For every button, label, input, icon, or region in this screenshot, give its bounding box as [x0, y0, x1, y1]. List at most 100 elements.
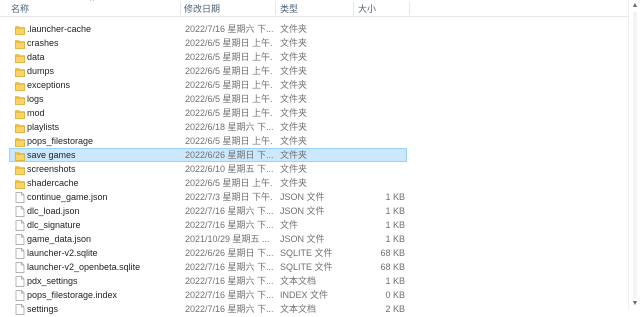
- file-row[interactable]: save games 2022/6/26 星期日 下... 文件夹: [9, 148, 407, 162]
- folder-icon: [15, 164, 25, 175]
- file-date-modified: 2022/7/16 星期六 下...: [185, 276, 273, 286]
- file-size: 1 KB: [385, 276, 405, 286]
- file-name: launcher-v2_openbeta.sqlite: [27, 262, 141, 272]
- scroll-track[interactable]: [633, 12, 637, 298]
- file-name: launcher-v2.sqlite: [27, 248, 98, 258]
- file-row[interactable]: mod 2022/6/5 星期日 上午... 文件夹: [9, 106, 407, 120]
- column-divider[interactable]: [409, 2, 410, 15]
- file-type: SQLITE 文件: [280, 248, 333, 258]
- file-row[interactable]: crashes 2022/6/5 星期日 上午... 文件夹: [9, 36, 407, 50]
- column-header-name[interactable]: 名称: [11, 3, 29, 15]
- file-type: 文件夹: [280, 94, 308, 104]
- file-date-modified: 2021/10/29 星期五 ...: [185, 234, 270, 244]
- file-row[interactable]: logs 2022/6/5 星期日 上午... 文件夹: [9, 92, 407, 106]
- file-size: [355, 149, 405, 161]
- folder-icon: [15, 122, 25, 133]
- file-type: 文本文档: [280, 304, 317, 314]
- file-date-modified: 2022/6/26 星期日 下...: [185, 248, 273, 258]
- file-type: 文件夹: [280, 24, 308, 34]
- column-divider[interactable]: [353, 2, 354, 15]
- file-type: 文件: [280, 220, 299, 230]
- file-icon: [15, 234, 25, 245]
- column-header-date-modified[interactable]: 修改日期: [184, 3, 220, 15]
- file-name: game_data.json: [27, 234, 92, 244]
- file-type: 文本文档: [280, 276, 317, 286]
- file-type: 文件夹: [280, 178, 308, 188]
- file-size: 68 KB: [380, 248, 405, 258]
- file-name: pops_filestorage.index: [27, 290, 118, 300]
- file-type: 文件夹: [280, 38, 308, 48]
- file-icon: [15, 262, 25, 273]
- file-row[interactable]: pops_filestorage 2022/6/5 星期日 上午... 文件夹: [9, 134, 407, 148]
- file-date-modified: 2022/7/16 星期六 下...: [185, 290, 273, 300]
- file-size: [355, 65, 405, 77]
- file-name: screenshots: [27, 164, 76, 174]
- file-type: INDEX 文件: [280, 290, 329, 300]
- file-date-modified: 2022/6/5 星期日 上午...: [185, 178, 273, 188]
- file-row[interactable]: shadercache 2022/6/5 星期日 上午... 文件夹: [9, 176, 407, 190]
- file-date-modified: 2022/6/5 星期日 上午...: [185, 52, 273, 62]
- file-date-modified: 2022/7/16 星期六 下...: [185, 206, 273, 216]
- scroll-down-arrow-icon[interactable]: ▼: [631, 300, 639, 308]
- file-row[interactable]: launcher-v2_openbeta.sqlite 2022/7/16 星期六…: [9, 260, 407, 274]
- column-divider[interactable]: [180, 2, 181, 15]
- file-size: 1 KB: [385, 234, 405, 244]
- file-date-modified: 2022/7/16 星期六 下...: [185, 262, 273, 272]
- scroll-up-arrow-icon[interactable]: ▲: [631, 2, 639, 10]
- file-date-modified: 2022/7/16 星期六 下...: [185, 304, 273, 314]
- folder-icon: [15, 108, 25, 119]
- file-type: 文件夹: [280, 80, 308, 90]
- file-row[interactable]: pdx_settings 2022/7/16 星期六 下... 文本文档 1 KB: [9, 274, 407, 288]
- file-row[interactable]: .launcher-cache 2022/7/16 星期六 下... 文件夹: [9, 22, 407, 36]
- file-size: [355, 93, 405, 105]
- file-row[interactable]: pops_filestorage.index 2022/7/16 星期六 下...…: [9, 288, 407, 302]
- file-size: 68 KB: [380, 262, 405, 272]
- file-size: 1 KB: [385, 206, 405, 216]
- file-name: dumps: [27, 66, 55, 76]
- file-name: mod: [27, 108, 45, 118]
- file-row[interactable]: game_data.json 2021/10/29 星期五 ... JSON 文件 1…: [9, 232, 407, 246]
- file-size: 2 KB: [385, 304, 405, 314]
- file-row[interactable]: launcher-v2.sqlite 2022/6/26 星期日 下... SQLI…: [9, 246, 407, 260]
- file-date-modified: 2022/6/5 星期日 上午...: [185, 94, 273, 104]
- vertical-scrollbar[interactable]: ▲ ▼: [628, 0, 640, 310]
- file-date-modified: 2022/6/5 星期日 上午...: [185, 108, 273, 118]
- file-name: save games: [27, 150, 76, 160]
- file-type: JSON 文件: [280, 206, 325, 216]
- file-row[interactable]: continue_game.json 2022/7/3 星期日 下午... JSON…: [9, 190, 407, 204]
- file-date-modified: 2022/7/16 星期六 下...: [185, 220, 273, 230]
- file-name: crashes: [27, 38, 59, 48]
- file-type: JSON 文件: [280, 234, 325, 244]
- file-size: [355, 51, 405, 63]
- file-size: 1 KB: [385, 192, 405, 202]
- file-date-modified: 2022/6/10 星期五 下...: [185, 164, 273, 174]
- column-header-size[interactable]: 大小: [358, 3, 376, 15]
- file-size: 1 KB: [385, 220, 405, 230]
- sort-ascending-icon: ^: [90, 0, 94, 6]
- file-row[interactable]: screenshots 2022/6/10 星期五 下... 文件夹: [9, 162, 407, 176]
- file-size: [355, 107, 405, 119]
- file-type: 文件夹: [280, 52, 308, 62]
- file-size: [355, 135, 405, 147]
- file-size: [355, 121, 405, 133]
- file-type: 文件夹: [280, 164, 308, 174]
- file-type: 文件夹: [280, 122, 308, 132]
- file-row[interactable]: exceptions 2022/6/5 星期日 上午... 文件夹: [9, 78, 407, 92]
- file-row[interactable]: dumps 2022/6/5 星期日 上午... 文件夹: [9, 64, 407, 78]
- file-row[interactable]: dlc_signature 2022/7/16 星期六 下... 文件 1 KB: [9, 218, 407, 232]
- file-date-modified: 2022/6/5 星期日 上午...: [185, 38, 273, 48]
- column-divider[interactable]: [275, 2, 276, 15]
- file-icon: [15, 248, 25, 259]
- column-header-bar: ^ 名称 修改日期 类型 大小: [0, 0, 628, 17]
- file-size: [355, 177, 405, 189]
- folder-icon: [15, 66, 25, 77]
- folder-icon: [15, 38, 25, 49]
- file-row[interactable]: dlc_load.json 2022/7/16 星期六 下... JSON 文件 1 …: [9, 204, 407, 218]
- folder-icon: [15, 136, 25, 147]
- file-date-modified: 2022/6/5 星期日 上午...: [185, 136, 273, 146]
- file-row[interactable]: playlists 2022/6/18 星期六 下... 文件夹: [9, 120, 407, 134]
- file-row[interactable]: data 2022/6/5 星期日 上午... 文件夹: [9, 50, 407, 64]
- file-icon: [15, 206, 25, 217]
- column-header-type[interactable]: 类型: [280, 3, 298, 15]
- file-row[interactable]: settings 2022/7/16 星期六 下... 文本文档 2 KB: [9, 302, 407, 316]
